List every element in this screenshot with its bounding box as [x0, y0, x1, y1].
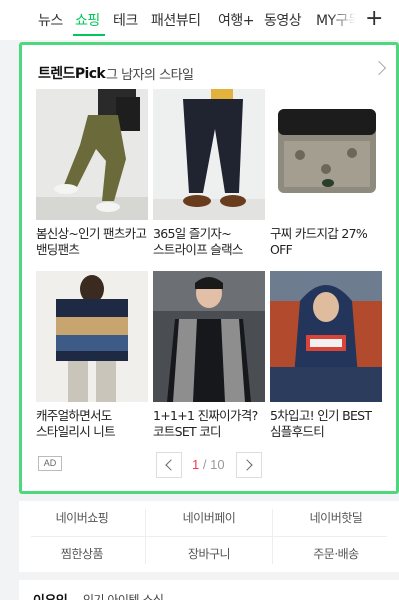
product-image-cargo-pants[interactable] — [36, 89, 148, 220]
link-orders-delivery[interactable]: 주문·배송 — [273, 537, 399, 572]
chevron-left-icon — [165, 459, 177, 471]
product-caption[interactable]: 봄신상~인기 팬츠카고 밴딩팬츠 — [36, 226, 148, 258]
pager-total: / 10 — [202, 457, 225, 472]
tab-fashion-beauty[interactable]: 패션뷰티 — [151, 10, 201, 30]
next-section-peek: 이유있 인기 아이템 소식 — [19, 580, 399, 600]
trend-pick-card: 트렌드Pick 그 남자의 스타일 봄신상~인기 팬츠카고 밴딩팬츠 365일 … — [19, 42, 399, 494]
link-cart[interactable]: 장바구니 — [146, 537, 272, 572]
product-caption[interactable]: 구찌 카드지갑 27% OFF — [270, 226, 382, 258]
top-tab-bar: 뉴스 쇼핑 테크 패션뷰티 여행+ 동영상 MY구독 + — [0, 0, 399, 40]
tab-news[interactable]: 뉴스 — [38, 10, 63, 30]
chevron-right-icon — [241, 459, 253, 471]
pager-prev-button[interactable] — [156, 452, 182, 478]
pager-current: 1 — [192, 457, 200, 472]
ad-badge[interactable]: AD — [38, 456, 62, 471]
card-brand-title[interactable]: 트렌드Pick — [38, 63, 106, 83]
tab-fade-overlay — [330, 0, 362, 40]
product-caption[interactable]: 1+1+1 진짜이가격? 코트SET 코디 — [153, 408, 265, 440]
pager-next-button[interactable] — [236, 452, 262, 478]
product-item[interactable]: 365일 즐기자~스트라이프 슬랙스 — [153, 89, 265, 258]
product-image-striped-slacks[interactable] — [153, 89, 265, 220]
product-image-card-wallet[interactable] — [270, 89, 382, 220]
chevron-right-icon[interactable] — [371, 60, 387, 76]
card-subtitle[interactable]: 그 남자의 스타일 — [106, 64, 194, 83]
plus-icon[interactable]: + — [365, 6, 383, 32]
pager-indicator: 1 / 10 — [192, 457, 225, 472]
product-item[interactable]: 봄신상~인기 팬츠카고 밴딩팬츠 — [36, 89, 148, 258]
active-tab-indicator — [73, 34, 105, 36]
product-caption[interactable]: 5차입고! 인기 BEST 심플후드티 — [270, 408, 382, 440]
product-image-coat-set[interactable] — [153, 271, 265, 402]
link-naver-shopping[interactable]: 네이버쇼핑 — [19, 501, 145, 536]
product-item[interactable]: 1+1+1 진짜이가격? 코트SET 코디 — [153, 271, 265, 440]
tab-travel[interactable]: 여행+ — [218, 10, 255, 30]
divider — [31, 536, 387, 537]
section-subtitle: 인기 아이템 소식 — [83, 593, 164, 600]
section-title[interactable]: 이유있 — [33, 590, 68, 600]
product-item[interactable]: 구찌 카드지갑 27% OFF — [270, 89, 382, 258]
link-naver-pay[interactable]: 네이버페이 — [146, 501, 272, 536]
tab-tech[interactable]: 테크 — [113, 10, 138, 30]
product-caption[interactable]: 365일 즐기자~스트라이프 슬랙스 — [153, 226, 265, 258]
link-naver-hotdeal[interactable]: 네이버핫딜 — [273, 501, 399, 536]
shopping-links-grid: 네이버쇼핑 네이버페이 네이버핫딜 찜한상품 장바구니 주문·배송 — [19, 501, 399, 572]
link-wishlist[interactable]: 찜한상품 — [19, 537, 145, 572]
tab-video[interactable]: 동영상 — [264, 10, 302, 30]
product-image-knit-sweater[interactable] — [36, 271, 148, 402]
product-item[interactable]: 캐주얼하면서도 스타일리시 니트 — [36, 271, 148, 440]
product-image-hoodie[interactable] — [270, 271, 382, 402]
tab-shopping[interactable]: 쇼핑 — [75, 10, 100, 30]
product-item[interactable]: 5차입고! 인기 BEST 심플후드티 — [270, 271, 382, 440]
product-caption[interactable]: 캐주얼하면서도 스타일리시 니트 — [36, 408, 148, 440]
